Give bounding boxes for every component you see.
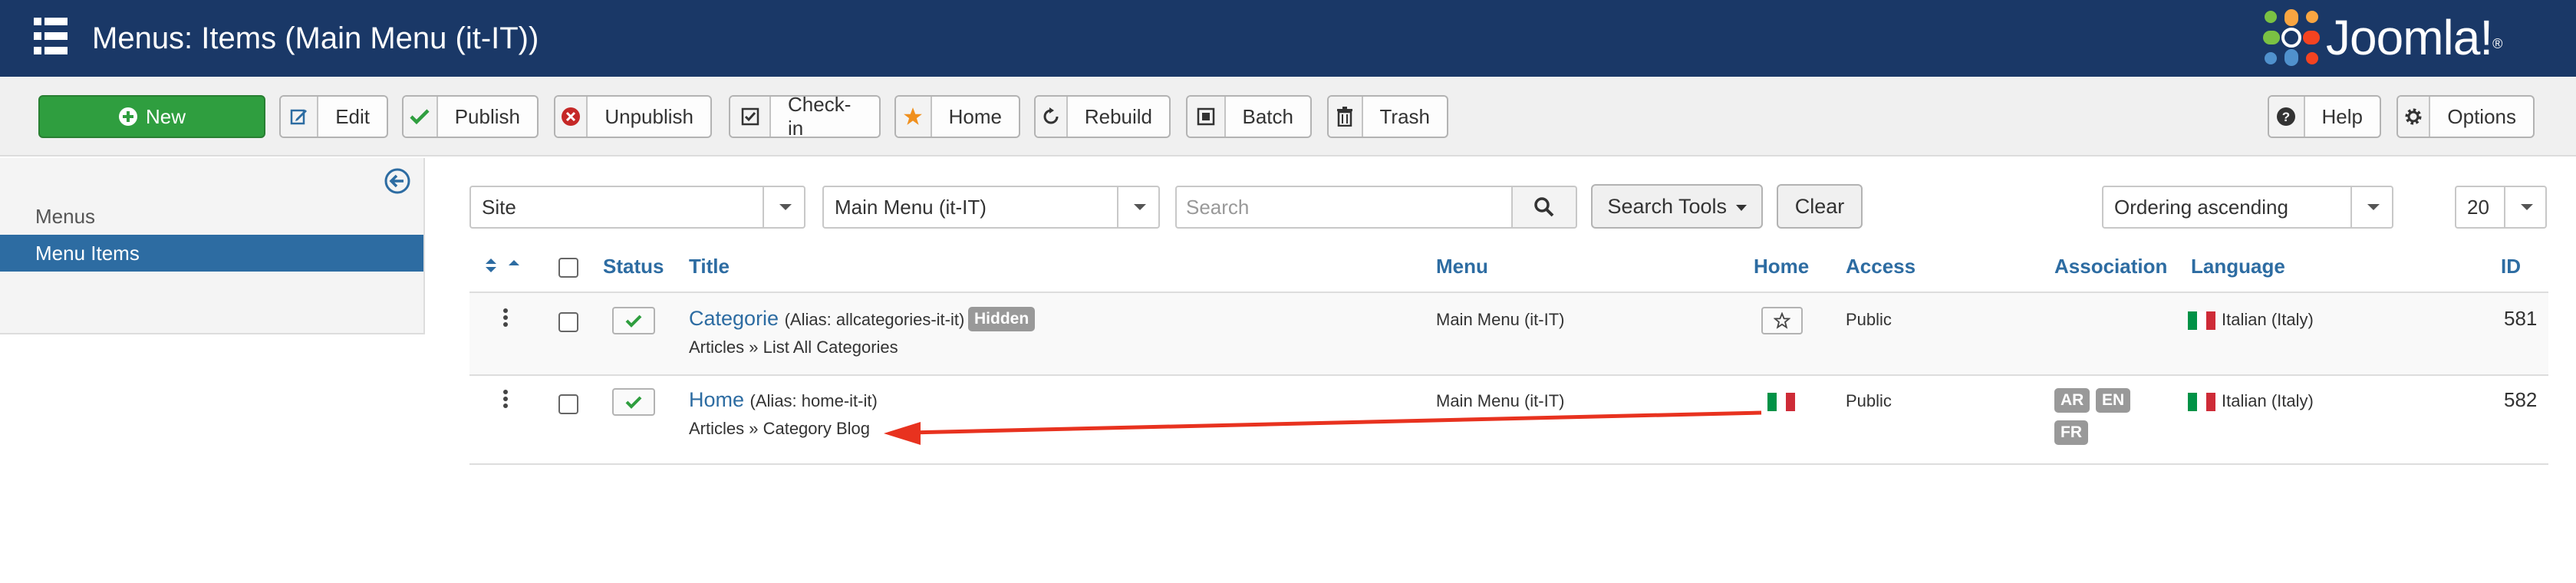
annotation-arrow	[884, 410, 1762, 445]
